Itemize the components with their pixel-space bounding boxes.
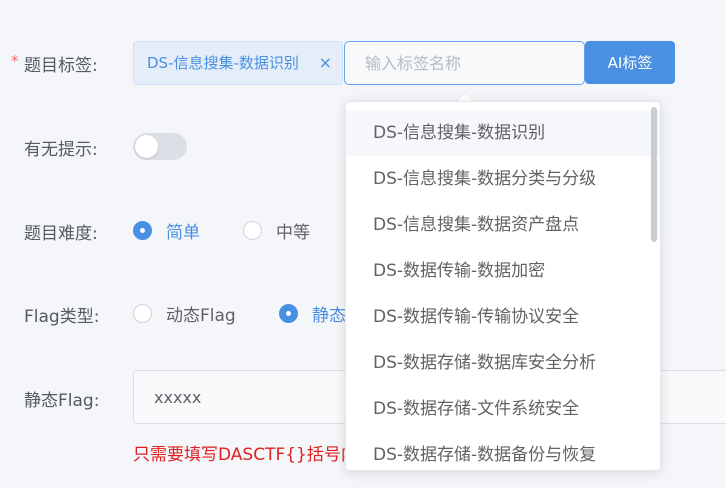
- radio-checked-icon: [279, 304, 298, 323]
- flag-type-label: Flag类型:: [24, 307, 100, 327]
- radio-label: 简单: [166, 223, 200, 243]
- tag-suggestion-dropdown: DS-信息搜集-数据识别 DS-信息搜集-数据分类与分级 DS-信息搜集-数据资…: [345, 101, 661, 471]
- dropdown-scrollbar[interactable]: [651, 107, 657, 242]
- dropdown-item[interactable]: DS-数据存储-数据库安全分析: [346, 340, 660, 386]
- radio-unchecked-icon: [133, 304, 152, 323]
- difficulty-label: 题目难度:: [24, 224, 98, 244]
- dropdown-item[interactable]: DS-信息搜集-数据识别: [346, 110, 660, 156]
- tags-label: 题目标签:: [24, 56, 98, 76]
- required-mark: *: [11, 52, 19, 70]
- radio-label: 动态Flag: [166, 306, 236, 326]
- close-icon[interactable]: ×: [319, 42, 332, 84]
- radio-checked-icon: [133, 221, 152, 240]
- radio-label: 中等: [276, 223, 310, 243]
- static-flag-label: 静态Flag:: [24, 391, 100, 411]
- dropdown-item[interactable]: DS-数据存储-文件系统安全: [346, 386, 660, 432]
- radio-unchecked-icon: [243, 221, 262, 240]
- difficulty-option-medium[interactable]: 中等: [243, 218, 310, 243]
- selected-tag: DS-信息搜集-数据识别 ×: [133, 41, 343, 85]
- dropdown-item[interactable]: DS-信息搜集-数据分类与分级: [346, 156, 660, 202]
- dropdown-item[interactable]: DS-数据传输-数据加密: [346, 248, 660, 294]
- radio-label: 静态: [312, 306, 346, 326]
- selected-tag-text: DS-信息搜集-数据识别: [147, 54, 299, 72]
- flag-hint-text: 只需要填写DASCTF{}括号内: [133, 445, 353, 465]
- dropdown-item[interactable]: DS-数据传输-传输协议安全: [346, 294, 660, 340]
- tag-name-input[interactable]: [344, 41, 585, 85]
- ai-tag-button[interactable]: AI标签: [585, 41, 675, 84]
- dropdown-item[interactable]: DS-信息搜集-数据资产盘点: [346, 202, 660, 248]
- difficulty-option-easy[interactable]: 简单: [133, 218, 200, 243]
- hint-switch-label: 有无提示:: [24, 140, 98, 160]
- toggle-knob: [135, 135, 158, 158]
- flag-type-option-static[interactable]: 静态: [279, 301, 346, 326]
- hint-toggle[interactable]: [133, 133, 187, 160]
- flag-type-option-dynamic[interactable]: 动态Flag: [133, 301, 236, 326]
- dropdown-item[interactable]: DS-数据存储-数据备份与恢复: [346, 432, 660, 470]
